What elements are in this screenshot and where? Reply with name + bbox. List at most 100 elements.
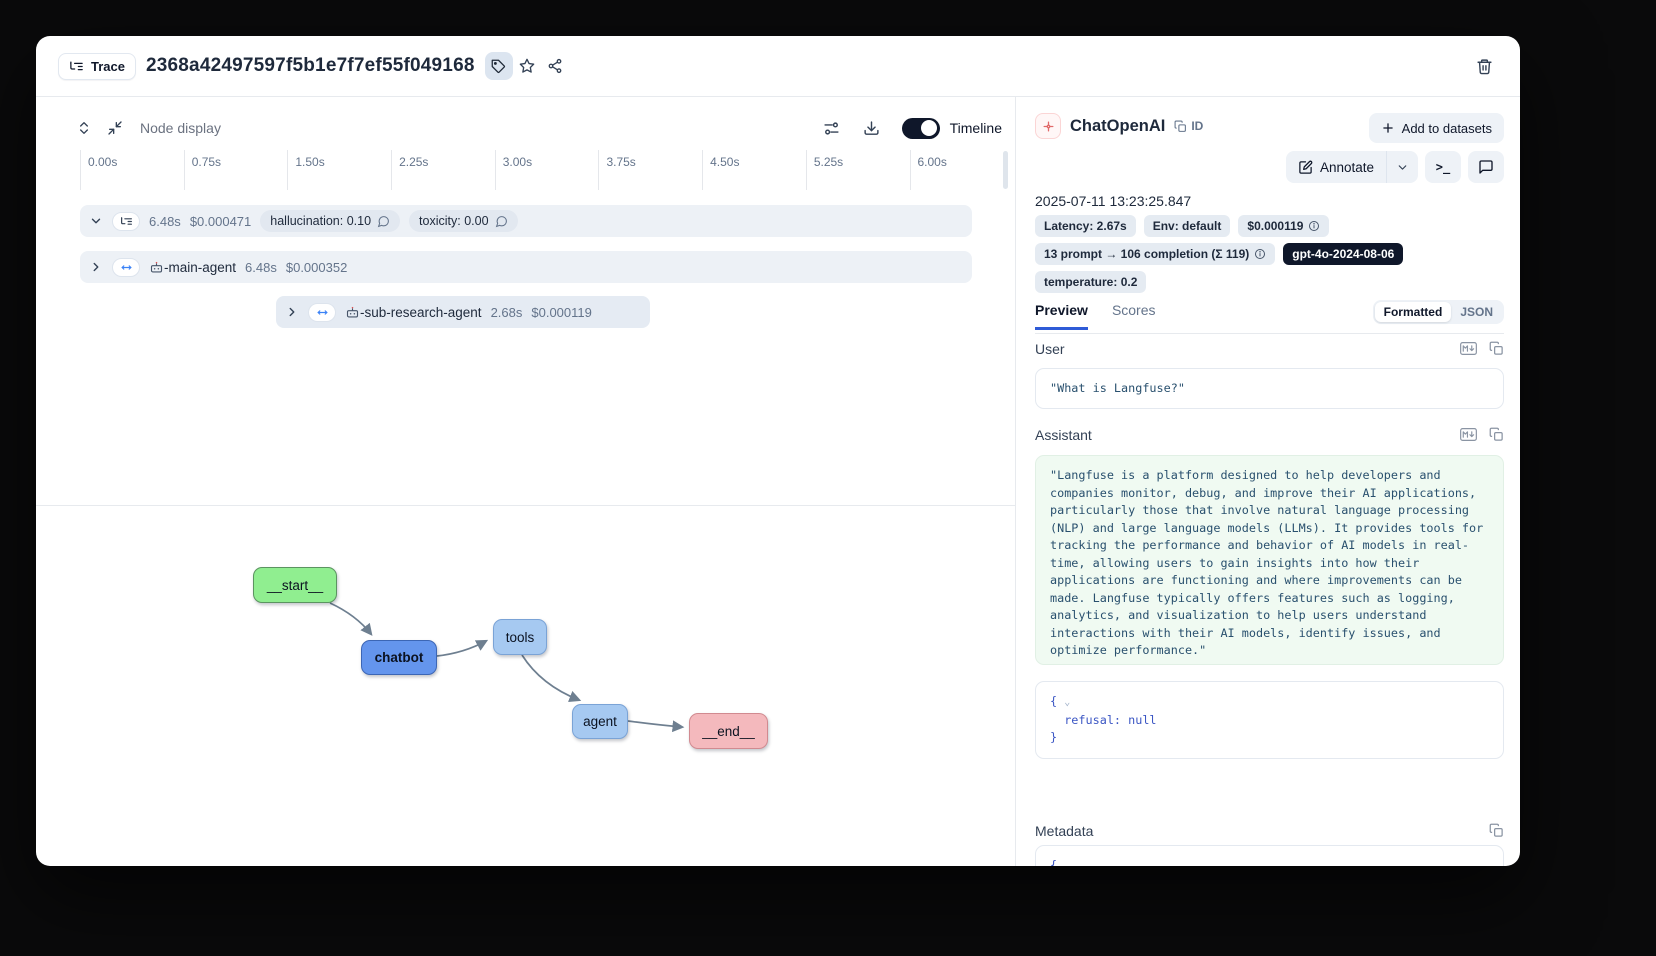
- refusal-line: refusal: null: [1050, 713, 1157, 727]
- arrows-left-right-icon: [120, 261, 133, 274]
- copy-icon[interactable]: [1489, 427, 1504, 442]
- minimize-icon: [107, 120, 123, 136]
- score-badge-hallucination[interactable]: hallucination: 0.10: [260, 210, 400, 232]
- markdown-toggle-icon[interactable]: [1460, 427, 1477, 442]
- graph-node-agent[interactable]: agent: [572, 704, 628, 739]
- timeline-toggle[interactable]: [902, 118, 940, 139]
- copy-id-button[interactable]: ID: [1174, 119, 1203, 133]
- download-button[interactable]: [862, 114, 882, 142]
- detail-tabs: Preview Scores Formatted JSON: [1035, 302, 1504, 334]
- agent-name-text: -main-agent: [164, 260, 236, 275]
- graph-node-tools[interactable]: tools: [493, 619, 547, 655]
- tag-button[interactable]: [485, 52, 513, 80]
- model-badge[interactable]: gpt-4o-2024-08-06: [1283, 243, 1403, 265]
- star-icon: [519, 58, 535, 74]
- timeline-toggle-label: Timeline: [950, 120, 1002, 136]
- display-settings-button[interactable]: [822, 114, 842, 142]
- collapse-chevron-icon[interactable]: ⌄: [1064, 697, 1070, 708]
- brace-close: }: [1050, 730, 1057, 744]
- observation-detail-panel: ChatOpenAI ID Add to datasets Annotate: [1017, 97, 1520, 866]
- trace-row[interactable]: 6.48s $0.000471 hallucination: 0.10 toxi…: [80, 205, 972, 237]
- graph-node-chatbot[interactable]: chatbot: [361, 640, 437, 675]
- plus-icon: [1381, 121, 1395, 135]
- format-json[interactable]: JSON: [1451, 302, 1502, 322]
- axis-tick: 1.50s: [287, 150, 391, 190]
- robot-icon: [345, 305, 360, 320]
- tokens-badge[interactable]: 13 prompt → 106 completion (Σ 119): [1035, 243, 1275, 265]
- score-label: toxicity: 0.00: [419, 214, 488, 228]
- chevron-right-icon[interactable]: [89, 260, 103, 274]
- annotate-dropdown-button[interactable]: [1386, 151, 1418, 183]
- trace-type-chip[interactable]: Trace: [58, 53, 136, 80]
- score-badge-toxicity[interactable]: toxicity: 0.00: [409, 210, 517, 232]
- timeline-panel: Node display Timeline 0.00s0.75s1.50s2.2…: [36, 97, 1016, 866]
- copy-icon: [1174, 120, 1187, 133]
- axis-tick: 4.50s: [702, 150, 806, 190]
- share-icon: [547, 58, 563, 74]
- star-button[interactable]: [513, 52, 541, 80]
- copy-icon[interactable]: [1489, 341, 1504, 356]
- tab-preview[interactable]: Preview: [1035, 302, 1088, 330]
- generation-icon: [1035, 113, 1061, 139]
- format-toggle: Formatted JSON: [1373, 300, 1504, 324]
- assistant-section-label: Assistant: [1035, 427, 1092, 443]
- sub-research-agent-row[interactable]: -sub-research-agent 2.68s $0.000119: [276, 296, 650, 328]
- trace-duration: 6.48s: [149, 214, 181, 229]
- chevron-down-icon[interactable]: [89, 214, 103, 228]
- topbar: Trace 2368a42497597f5b1e7f7ef55f049168: [36, 36, 1520, 97]
- brace-open: {: [1050, 858, 1057, 866]
- annotate-button[interactable]: Annotate: [1286, 151, 1386, 183]
- trace-node-icon: [112, 212, 140, 231]
- tokens-value: 13 prompt → 106 completion (Σ 119): [1044, 247, 1249, 261]
- refusal-json-box: { ⌄ refusal: null}: [1035, 681, 1504, 759]
- markdown-toggle-icon[interactable]: [1460, 341, 1477, 356]
- comments-button[interactable]: [1468, 151, 1504, 183]
- trace-id: 2368a42497597f5b1e7f7ef55f049168: [146, 55, 475, 77]
- download-icon: [863, 120, 880, 137]
- sub-agent-cost: $0.000119: [531, 305, 592, 320]
- playground-button[interactable]: >_: [1425, 151, 1461, 183]
- chevrons-up-down-icon: [76, 120, 92, 136]
- sub-agent-name: -sub-research-agent: [345, 305, 482, 320]
- axis-tick: 0.75s: [184, 150, 288, 190]
- add-to-datasets-button[interactable]: Add to datasets: [1369, 113, 1504, 143]
- comment-icon: [495, 215, 508, 228]
- score-label: hallucination: 0.10: [270, 214, 371, 228]
- collapse-chevron-icon[interactable]: ⌄: [1064, 861, 1070, 866]
- comment-icon: [377, 215, 390, 228]
- sub-agent-duration: 2.68s: [491, 305, 523, 320]
- main-agent-duration: 6.48s: [245, 260, 277, 275]
- trace-cost: $0.000471: [190, 214, 251, 229]
- env-badge: Env: default: [1144, 215, 1231, 237]
- main-agent-row[interactable]: -main-agent 6.48s $0.000352: [80, 251, 972, 283]
- axis-tick: 3.00s: [495, 150, 599, 190]
- axis-tick: 2.25s: [391, 150, 495, 190]
- chevron-right-icon[interactable]: [285, 305, 299, 319]
- span-node-icon: [112, 258, 140, 277]
- expand-all-button[interactable]: [74, 114, 94, 142]
- add-to-datasets-label: Add to datasets: [1402, 121, 1492, 136]
- delete-trace-button[interactable]: [1470, 52, 1498, 80]
- sliders-icon: [823, 120, 840, 137]
- cost-badge[interactable]: $0.000119: [1238, 215, 1329, 237]
- timeline-scrollbar[interactable]: [1003, 151, 1008, 189]
- span-node-icon: [308, 303, 336, 322]
- info-icon: [1254, 248, 1266, 260]
- toggle-knob: [921, 120, 937, 136]
- observation-title: ChatOpenAI: [1070, 117, 1165, 136]
- collapse-all-button[interactable]: [105, 114, 125, 142]
- graph-edge-chatbot-to-tools: [437, 641, 486, 656]
- graph-node-start[interactable]: __start__: [253, 567, 337, 603]
- graph-node-end[interactable]: __end__: [689, 713, 768, 749]
- format-formatted[interactable]: Formatted: [1375, 302, 1452, 322]
- pencil-square-icon: [1298, 160, 1313, 175]
- main-agent-name: -main-agent: [149, 260, 236, 275]
- axis-tick: 5.25s: [806, 150, 910, 190]
- chevron-down-icon: [1396, 161, 1409, 174]
- list-tree-icon: [120, 215, 133, 228]
- copy-icon[interactable]: [1489, 823, 1504, 838]
- panel-divider: [36, 505, 1015, 506]
- arrows-left-right-icon: [316, 306, 329, 319]
- share-button[interactable]: [541, 52, 569, 80]
- tab-scores[interactable]: Scores: [1112, 302, 1156, 327]
